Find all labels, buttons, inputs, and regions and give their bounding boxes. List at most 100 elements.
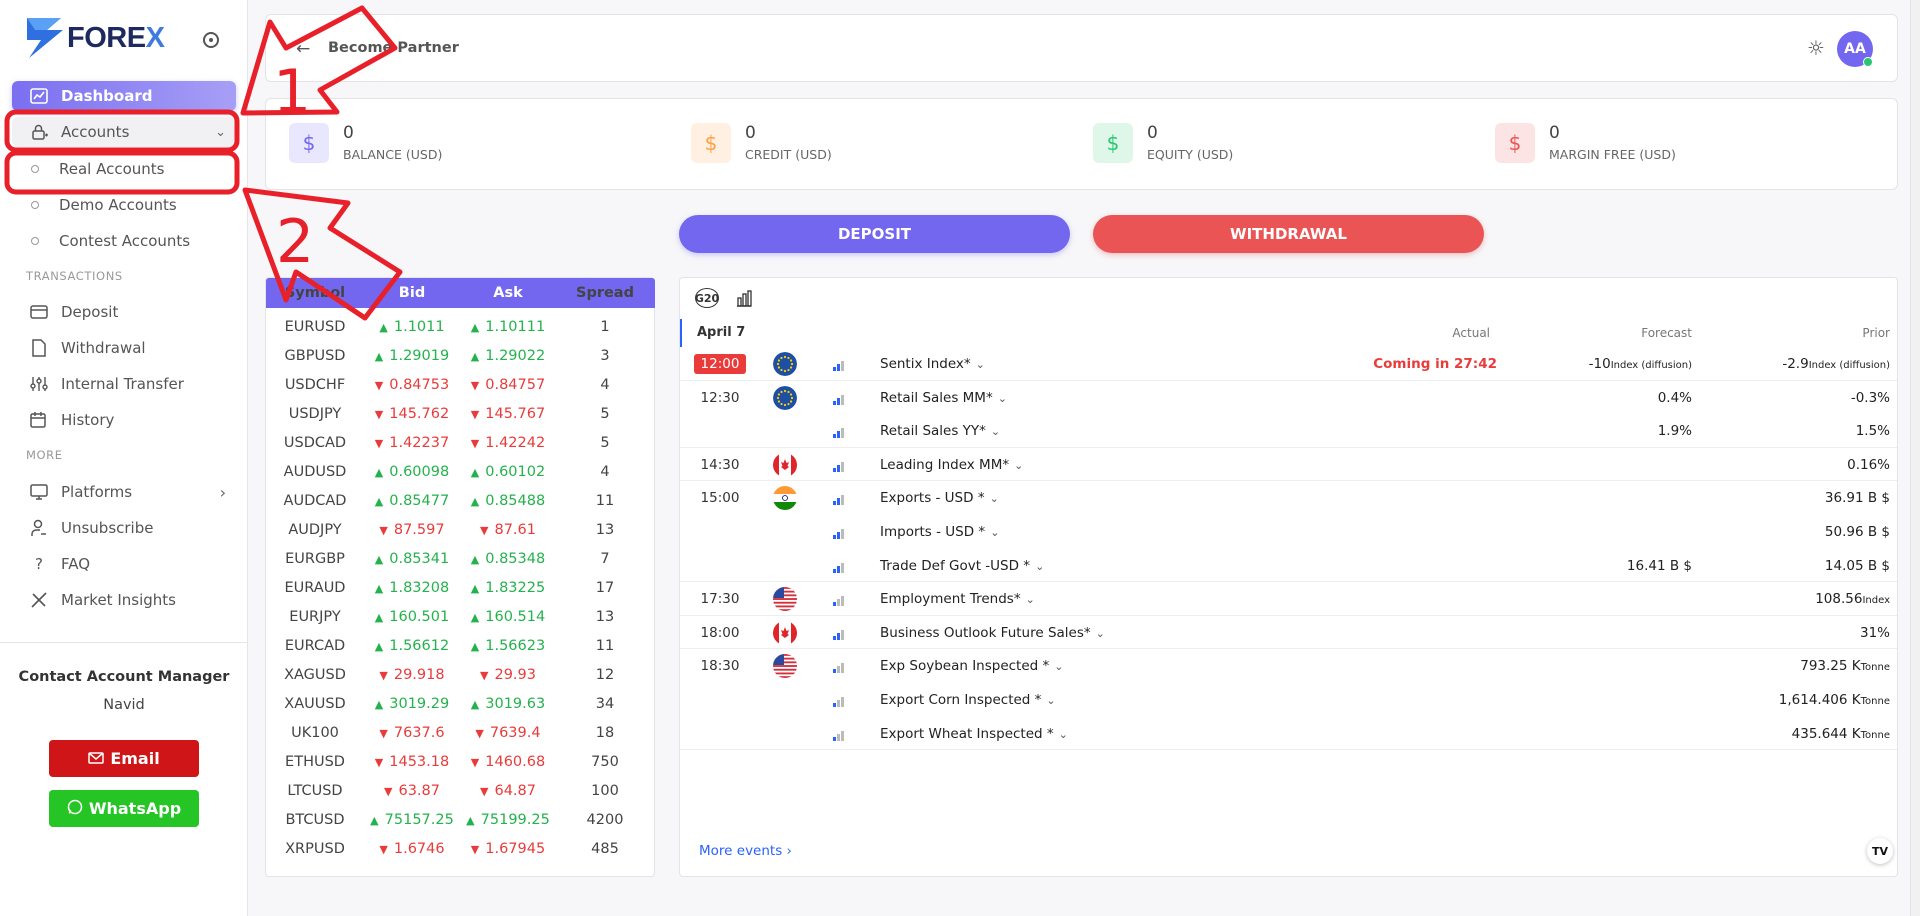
importance-bars-icon (833, 695, 845, 707)
stat-label: MARGIN FREE (USD) (1549, 147, 1676, 162)
triangle-up-icon: ▲ (374, 494, 384, 508)
sidebar-item-internal-transfer[interactable]: Internal Transfer (12, 369, 236, 399)
arrow-left-icon[interactable]: ← (296, 39, 310, 59)
avatar[interactable]: AA (1837, 31, 1873, 67)
quote-row[interactable]: USDJPY ▼ 145.762 ▼ 145.767 5 (266, 399, 655, 428)
quote-row[interactable]: USDCAD ▼ 1.42237 ▼ 1.42242 5 (266, 428, 655, 457)
quote-row[interactable]: XAUUSD ▲ 3019.29 ▲ 3019.63 34 (266, 689, 655, 718)
calendar-event-row[interactable]: 18:30 Exp Soybean Inspected * ⌄ 793.25 KTon… (680, 649, 1897, 683)
triangle-down-icon: ▼ (480, 523, 489, 537)
quote-row[interactable]: USDCHF ▼ 0.84753 ▼ 0.84757 4 (266, 370, 655, 399)
quote-row[interactable]: XAGUSD ▼ 29.918 ▼ 29.93 12 (266, 660, 655, 689)
event-name[interactable]: Leading Index MM* ⌄ (880, 457, 1023, 473)
tools-icon (29, 591, 49, 609)
calendar-event-row[interactable]: 14:30 Leading Index MM* ⌄ 0.16% (680, 448, 1897, 482)
sidebar-item-contest-accounts[interactable]: Contest Accounts (12, 226, 236, 256)
event-name[interactable]: Imports - USD * ⌄ (880, 524, 999, 540)
sidebar-item-deposit[interactable]: Deposit (12, 297, 236, 327)
tradingview-logo-icon[interactable]: TV (1867, 838, 1893, 864)
quote-bid: ▲ 0.85477 (364, 493, 460, 509)
calendar-event-row[interactable]: Trade Def Govt -USD * ⌄ 16.41 B $ 14.05 B $ (680, 549, 1897, 583)
event-name[interactable]: Export Wheat Inspected * ⌄ (880, 726, 1068, 742)
sidebar-pin-icon[interactable] (203, 32, 219, 48)
calendar-event-row[interactable]: 15:00 Exports - USD * ⌄ 36.91 B $ (680, 481, 1897, 515)
quote-bid: ▲ 1.56612 (364, 638, 460, 654)
forecast-value: -10 (1588, 356, 1611, 372)
event-name-text: Imports - USD * (880, 524, 986, 540)
importance-bars-icon (833, 527, 845, 539)
quote-symbol: EURUSD (284, 318, 346, 335)
quote-row[interactable]: ETHUSD ▼ 1453.18 ▼ 1460.68 750 (266, 747, 655, 776)
withdrawal-button[interactable]: WITHDRAWAL (1093, 215, 1484, 253)
quote-bid-value: 1.83208 (389, 579, 450, 596)
sidebar-item-history[interactable]: History (12, 405, 236, 435)
event-name[interactable]: Sentix Index* ⌄ (880, 356, 985, 372)
quote-bid: ▼ 7637.6 (364, 725, 460, 741)
sidebar-item-real-accounts[interactable]: Real Accounts (12, 154, 236, 184)
deposit-button[interactable]: DEPOSIT (679, 215, 1070, 253)
account-stats: $ 0 BALANCE (USD) $ 0 CREDIT (USD) $ 0 EQUI… (265, 98, 1898, 190)
bar-chart-icon[interactable] (735, 289, 753, 307)
triangle-down-icon: ▼ (379, 842, 388, 856)
chevron-down-icon: ⌄ (1058, 727, 1068, 741)
event-name[interactable]: Export Corn Inspected * ⌄ (880, 692, 1056, 708)
quote-ask: ▼ 145.767 (460, 406, 556, 422)
quote-row[interactable]: EURGBP ▲ 0.85341 ▲ 0.85348 7 (266, 544, 655, 573)
page-scrollbar[interactable] (1910, 0, 1920, 916)
calendar-event-row[interactable]: Export Corn Inspected * ⌄ 1,614.406 KTonne (680, 683, 1897, 717)
quote-row[interactable]: GBPUSD ▲ 1.29019 ▲ 1.29022 3 (266, 341, 655, 370)
quote-spread: 4 (600, 463, 610, 480)
quote-bid: ▲ 75157.25 (364, 812, 460, 828)
event-name[interactable]: Exp Soybean Inspected * ⌄ (880, 658, 1064, 674)
email-button[interactable]: Email (49, 740, 199, 777)
calendar-event-row[interactable]: Imports - USD * ⌄ 50.96 B $ (680, 515, 1897, 549)
quote-row[interactable]: LTCUSD ▼ 63.87 ▼ 64.87 100 (266, 776, 655, 805)
calendar-event-row[interactable]: 17:30 Employment Trends* ⌄ 108.56Index (680, 582, 1897, 616)
quote-bid: ▼ 1.42237 (364, 435, 460, 451)
event-name[interactable]: Exports - USD * ⌄ (880, 490, 999, 506)
dollar-icon: $ (289, 123, 329, 163)
become-partner-link[interactable]: Become Partner (328, 40, 459, 56)
quote-row[interactable]: BTCUSD ▲ 75157.25 ▲ 75199.25 4200 (266, 805, 655, 834)
event-name[interactable]: Trade Def Govt -USD * ⌄ (880, 558, 1044, 574)
more-events-link[interactable]: More events › (699, 843, 792, 859)
circle-icon (31, 201, 39, 209)
event-time: 15:00 (700, 490, 740, 507)
sidebar-item-market-insights[interactable]: Market Insights (12, 585, 236, 615)
quote-ask: ▼ 1.67945 (460, 841, 556, 857)
quote-row[interactable]: AUDCAD ▲ 0.85477 ▲ 0.85488 11 (266, 486, 655, 515)
event-name[interactable]: Retail Sales MM* ⌄ (880, 390, 1007, 406)
sidebar-item-withdrawal[interactable]: Withdrawal (12, 333, 236, 363)
sidebar-item-unsubscribe[interactable]: Unsubscribe (12, 513, 236, 543)
event-name[interactable]: Employment Trends* ⌄ (880, 591, 1035, 607)
quote-row[interactable]: AUDJPY ▼ 87.597 ▼ 87.61 13 (266, 515, 655, 544)
sun-icon[interactable]: ☼ (1805, 37, 1827, 59)
prior-unit: Index (diffusion) (1808, 360, 1890, 371)
g20-icon[interactable]: G20 (695, 288, 719, 308)
calendar-event-row[interactable]: 12:30 Retail Sales MM* ⌄ 0.4% -0.3% (680, 381, 1897, 415)
calendar-event-row[interactable]: 18:00 Business Outlook Future Sales* ⌄ 31% (680, 616, 1897, 650)
quote-row[interactable]: UK100 ▼ 7637.6 ▼ 7639.4 18 (266, 718, 655, 747)
quote-row[interactable]: EURCAD ▲ 1.56612 ▲ 1.56623 11 (266, 631, 655, 660)
event-name[interactable]: Retail Sales YY* ⌄ (880, 423, 1000, 439)
quote-row[interactable]: EURJPY ▲ 160.501 ▲ 160.514 13 (266, 602, 655, 631)
sidebar-item-platforms[interactable]: Platforms › (12, 477, 236, 507)
stat-balance: $ 0 BALANCE (USD) (289, 123, 442, 163)
quote-row[interactable]: XRPUSD ▼ 1.6746 ▼ 1.67945 485 (266, 834, 655, 863)
quote-row[interactable]: EURUSD ▲ 1.1011 ▲ 1.10111 1 (266, 312, 655, 341)
sidebar-item-dashboard[interactable]: Dashboard (12, 81, 236, 111)
contact-title: Contact Account Manager (18, 669, 230, 685)
sidebar-item-demo-accounts[interactable]: Demo Accounts (12, 190, 236, 220)
quote-row[interactable]: AUDUSD ▲ 0.60098 ▲ 0.60102 4 (266, 457, 655, 486)
calendar-event-row[interactable]: 12:00 Sentix Index* ⌄ Coming in 27:42 -10Ind… (680, 347, 1897, 381)
sidebar-item-faq[interactable]: ? FAQ (12, 549, 236, 579)
whatsapp-button[interactable]: WhatsApp (49, 790, 199, 827)
triangle-up-icon: ▲ (470, 581, 480, 595)
calendar-event-row[interactable]: Retail Sales YY* ⌄ 1.9% 1.5% (680, 414, 1897, 448)
quote-row[interactable]: EURAUD ▲ 1.83208 ▲ 1.83225 17 (266, 573, 655, 602)
sidebar-item-accounts[interactable]: Accounts ⌄ (12, 117, 236, 147)
event-name[interactable]: Business Outlook Future Sales* ⌄ (880, 625, 1105, 641)
quote-ask-value: 0.85348 (485, 550, 546, 567)
calendar-event-row[interactable]: Export Wheat Inspected * ⌄ 435.644 KTonne (680, 717, 1897, 751)
brand-logo[interactable]: FOREX (25, 16, 165, 60)
